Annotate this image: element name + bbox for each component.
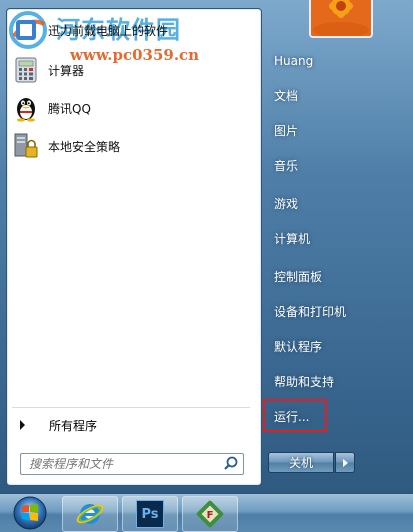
search-icon[interactable] <box>222 455 240 473</box>
search-box[interactable] <box>20 453 244 475</box>
right-item-label: 计算机 <box>274 231 311 246</box>
right-item-label: 游戏 <box>274 196 299 211</box>
flower-picture-icon <box>311 0 371 36</box>
default-programs-link[interactable]: 默认程序 <box>268 333 402 359</box>
right-item-label: 设备和打印机 <box>274 304 347 319</box>
shutdown-label: 关机 <box>288 456 313 470</box>
program-item-downloader[interactable]: 迅力前载电脑上的软件 <box>12 13 252 47</box>
right-item-label: Huang <box>274 54 314 68</box>
right-item-label: 帮助和支持 <box>274 374 335 389</box>
program-label: 腾讯QQ <box>48 101 91 116</box>
help-support-link[interactable]: 帮助和支持 <box>268 368 402 394</box>
right-item-label: 文档 <box>274 88 299 103</box>
svg-text:F: F <box>207 510 214 521</box>
music-link[interactable]: 音乐 <box>268 152 402 178</box>
triangle-right-icon <box>342 458 348 467</box>
shutdown-options-button[interactable] <box>335 452 355 473</box>
shutdown-button[interactable]: 关机 <box>268 452 334 473</box>
computer-link[interactable]: 计算机 <box>268 225 402 251</box>
calculator-icon <box>15 57 37 83</box>
taskbar-item-archive[interactable]: F <box>182 496 238 532</box>
user-folder-link[interactable]: Huang <box>268 48 402 74</box>
app-icon <box>16 20 36 40</box>
all-programs-label: 所有程序 <box>49 418 98 433</box>
search-input[interactable] <box>21 455 222 473</box>
program-item-qq[interactable]: 腾讯QQ <box>12 91 252 125</box>
program-item-security-policy[interactable]: 本地安全策略 <box>12 129 252 163</box>
start-orb-icon[interactable] <box>8 495 52 531</box>
highlight-box <box>263 399 327 432</box>
devices-printers-link[interactable]: 设备和打印机 <box>268 298 402 324</box>
user-avatar[interactable] <box>309 0 373 38</box>
photoshop-icon: Ps <box>141 506 159 522</box>
games-link[interactable]: 游戏 <box>268 190 402 216</box>
pictures-link[interactable]: 图片 <box>268 117 402 143</box>
taskbar-item-photoshop[interactable]: Ps <box>122 496 178 532</box>
right-item-label: 音乐 <box>274 158 299 173</box>
divider <box>12 407 250 408</box>
right-item-label: 图片 <box>274 123 299 138</box>
right-item-label: 控制面板 <box>274 269 323 284</box>
archive-tool-icon: F <box>196 500 224 528</box>
documents-link[interactable]: 文档 <box>268 82 402 108</box>
control-panel-link[interactable]: 控制面板 <box>268 263 402 289</box>
triangle-right-icon <box>20 420 25 430</box>
program-label: 计算器 <box>48 63 85 78</box>
qq-penguin-icon <box>17 98 35 122</box>
program-item-calculator[interactable]: 计算器 <box>12 53 252 87</box>
security-policy-icon <box>14 133 38 158</box>
right-item-label: 默认程序 <box>274 339 323 354</box>
program-label: 本地安全策略 <box>48 139 121 154</box>
internet-explorer-icon <box>76 504 104 524</box>
all-programs-button[interactable]: 所有程序 <box>14 414 250 436</box>
taskbar-item-ie[interactable] <box>62 496 118 532</box>
program-label: 迅力前载电脑上的软件 <box>48 23 169 38</box>
